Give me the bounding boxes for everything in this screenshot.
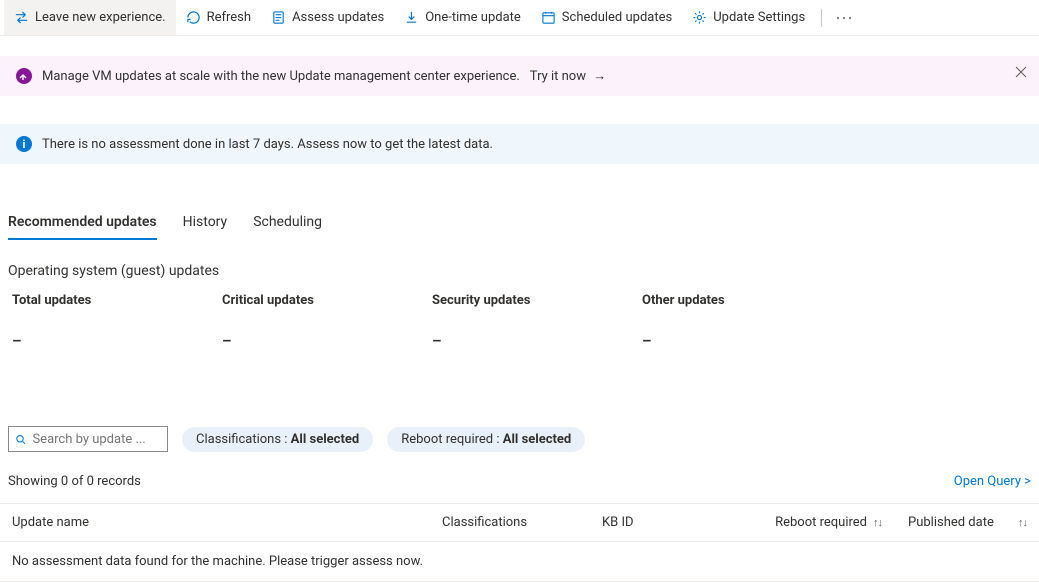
scheduled-updates-label: Scheduled updates (562, 10, 672, 25)
toolbar-separator (821, 9, 822, 27)
try-it-now-label: Try it now (530, 69, 586, 84)
section-title: Operating system (guest) updates (8, 263, 1039, 279)
col-classifications[interactable]: Classifications (442, 515, 602, 530)
summary-security: Security updates – (432, 293, 642, 350)
close-icon (1015, 66, 1027, 78)
reboot-filter-value: All selected (503, 432, 572, 447)
col-kb-id[interactable]: KB ID (602, 515, 732, 530)
calendar-icon (541, 10, 556, 25)
col-update-name-label: Update name (12, 515, 89, 530)
assess-updates-label: Assess updates (292, 10, 384, 25)
ellipsis-icon (836, 16, 852, 20)
summary-critical-value: – (222, 332, 432, 350)
close-banner-button[interactable] (1015, 66, 1027, 82)
classifications-filter[interactable]: Classifications : All selected (182, 427, 373, 452)
classifications-filter-label: Classifications : (196, 432, 291, 447)
update-settings-label: Update Settings (713, 10, 805, 25)
more-button[interactable] (828, 0, 860, 35)
summary-other: Other updates – (642, 293, 852, 350)
filter-row: Classifications : All selected Reboot re… (0, 426, 1039, 452)
empty-state-message: No assessment data found for the machine… (0, 542, 1039, 582)
tab-bar: Recommended updates History Scheduling (0, 208, 1039, 241)
scheduled-updates-button[interactable]: Scheduled updates (531, 0, 682, 35)
update-settings-button[interactable]: Update Settings (682, 0, 815, 35)
promo-icon (16, 68, 32, 84)
col-published-label: Published date (908, 515, 994, 530)
gear-icon (692, 10, 707, 25)
summary-other-label: Other updates (642, 293, 852, 308)
summary-critical: Critical updates – (222, 293, 432, 350)
updates-table: Update name Classifications KB ID Reboot… (0, 503, 1039, 582)
download-icon (404, 10, 419, 25)
one-time-update-label: One-time update (425, 10, 521, 25)
sort-icon: ↑↓ (873, 516, 882, 529)
col-reboot-required[interactable]: Reboot required ↑↓ (732, 515, 882, 530)
classifications-filter-value: All selected (291, 432, 360, 447)
summary-security-label: Security updates (432, 293, 642, 308)
try-it-now-link[interactable]: Try it now → (530, 68, 606, 84)
reboot-filter-label: Reboot required : (401, 432, 503, 447)
summary-total-value: – (12, 332, 222, 350)
table-header: Update name Classifications KB ID Reboot… (0, 504, 1039, 542)
search-input[interactable] (32, 432, 161, 447)
info-text: There is no assessment done in last 7 da… (42, 137, 493, 152)
info-banner: i There is no assessment done in last 7 … (0, 124, 1039, 164)
tab-history[interactable]: History (183, 208, 228, 240)
col-classifications-label: Classifications (442, 515, 527, 530)
summary-row: Total updates – Critical updates – Secur… (0, 293, 1039, 350)
records-row: Showing 0 of 0 records Open Query > (0, 474, 1039, 489)
assess-updates-button[interactable]: Assess updates (261, 0, 394, 35)
search-box[interactable] (8, 426, 168, 452)
search-icon (15, 433, 26, 446)
one-time-update-button[interactable]: One-time update (394, 0, 531, 35)
col-published-date[interactable]: Published date ↑↓ (882, 515, 1027, 530)
clipboard-icon (271, 10, 286, 25)
col-update-name[interactable]: Update name (12, 515, 442, 530)
open-query-link[interactable]: Open Query > (954, 474, 1031, 489)
summary-total-label: Total updates (12, 293, 222, 308)
promo-text: Manage VM updates at scale with the new … (42, 69, 520, 84)
records-count: Showing 0 of 0 records (8, 474, 141, 489)
leave-experience-button[interactable]: Leave new experience. (4, 0, 176, 35)
tab-scheduling[interactable]: Scheduling (253, 208, 322, 240)
command-bar: Leave new experience. Refresh Assess upd… (0, 0, 1039, 36)
col-reboot-label: Reboot required (775, 515, 867, 530)
info-icon: i (16, 136, 32, 152)
refresh-icon (186, 10, 201, 25)
arrow-right-icon: → (593, 68, 606, 84)
refresh-button[interactable]: Refresh (176, 0, 261, 35)
leave-experience-label: Leave new experience. (35, 10, 166, 25)
col-kb-id-label: KB ID (602, 515, 634, 530)
summary-total: Total updates – (12, 293, 222, 350)
sort-icon: ↑↓ (1018, 516, 1027, 529)
summary-critical-label: Critical updates (222, 293, 432, 308)
reboot-required-filter[interactable]: Reboot required : All selected (387, 427, 585, 452)
refresh-label: Refresh (207, 10, 251, 25)
promo-banner: Manage VM updates at scale with the new … (0, 56, 1039, 96)
swap-icon (14, 10, 29, 25)
summary-other-value: – (642, 332, 852, 350)
summary-security-value: – (432, 332, 642, 350)
tab-recommended[interactable]: Recommended updates (8, 208, 157, 240)
